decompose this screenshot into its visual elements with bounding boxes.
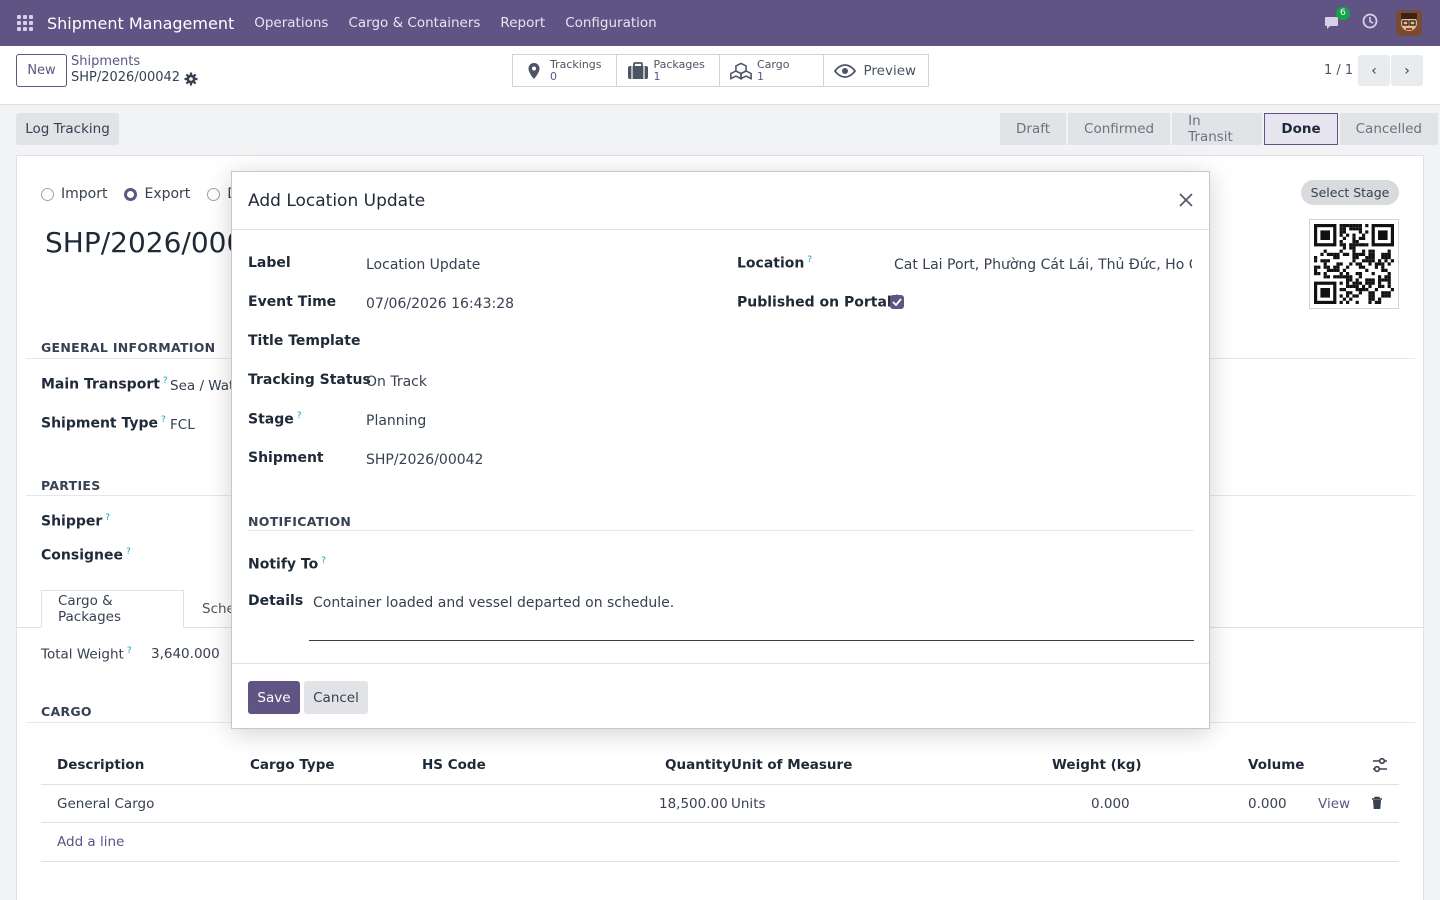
dialog-footer-divider [232, 663, 1209, 664]
published-on-portal-checkbox[interactable] [890, 295, 904, 309]
title-template-label: Title Template [248, 333, 361, 349]
notification-heading: NOTIFICATION [248, 514, 352, 529]
notify-to-label: Notify To? [248, 556, 327, 573]
add-location-update-dialog: Add Location Update Label Location Updat… [231, 171, 1210, 729]
cancel-button[interactable]: Cancel [304, 681, 368, 714]
label-field-input[interactable]: Location Update [366, 257, 480, 273]
event-time-input[interactable]: 07/06/2026 16:43:28 [366, 296, 514, 312]
location-label: Location? [737, 255, 813, 272]
shipment-select[interactable]: SHP/2026/00042 [366, 452, 483, 468]
details-textarea[interactable]: Container loaded and vessel departed on … [313, 595, 674, 611]
stage-select[interactable]: Planning [366, 413, 426, 429]
label-field-label: Label [248, 255, 291, 271]
published-on-portal-label: Published on Portal? [737, 294, 900, 311]
notification-divider [248, 530, 1194, 531]
close-icon[interactable] [1177, 191, 1195, 209]
tracking-status-select[interactable]: On Track [366, 374, 427, 390]
shipment-label: Shipment [248, 450, 324, 466]
dialog-title: Add Location Update [248, 191, 426, 211]
event-time-label: Event Time [248, 294, 337, 310]
dialog-header-divider [232, 229, 1209, 230]
tracking-status-label: Tracking Status [248, 372, 371, 388]
details-underline [309, 640, 1194, 641]
stage-label: Stage? [248, 411, 302, 428]
details-label: Details [248, 593, 304, 609]
location-input[interactable]: Cat Lai Port, Phường Cát Lái, Thủ Đức, H… [894, 257, 1192, 273]
title-template-input[interactable] [366, 335, 696, 353]
save-button[interactable]: Save [248, 681, 300, 714]
notify-to-input[interactable] [366, 558, 696, 576]
